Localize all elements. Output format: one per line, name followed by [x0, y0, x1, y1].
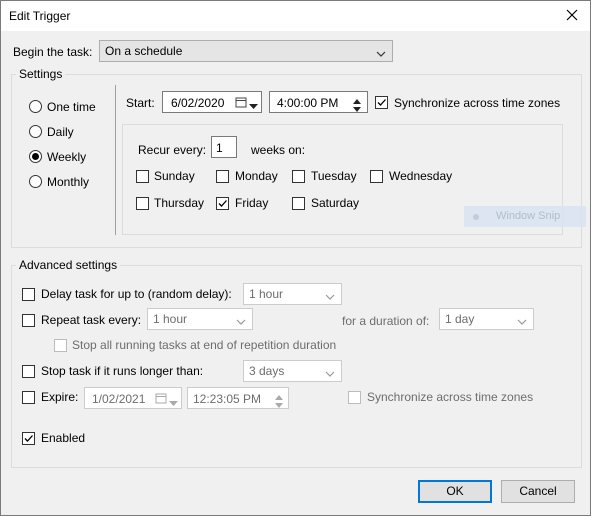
day-thursday-label: Thursday — [154, 196, 205, 210]
chevron-down-icon — [376, 47, 386, 61]
radio-daily-label: Daily — [47, 125, 74, 139]
settings-divider — [115, 85, 116, 235]
title-bar: Edit Trigger — [1, 1, 590, 31]
start-label: Start: — [126, 96, 155, 110]
close-icon[interactable] — [564, 7, 580, 23]
calendar-icon[interactable] — [235, 96, 247, 111]
advanced-legend: Advanced settings — [16, 258, 121, 272]
expire-time-value: 12:23:05 PM — [193, 392, 262, 406]
sync-time-zones-label: Synchronize across time zones — [394, 96, 561, 110]
window-snip-overlay: Window Snip — [464, 206, 586, 227]
radio-monthly-label: Monthly — [47, 175, 90, 189]
stop-longer-checkbox[interactable] — [22, 365, 35, 378]
start-date-picker[interactable]: 6/02/2020 — [162, 91, 262, 113]
spin-down-icon[interactable] — [274, 399, 284, 413]
sync-time-zones-checkbox[interactable] — [375, 96, 388, 109]
stop-all-tasks-label: Stop all running tasks at end of repetit… — [72, 338, 337, 352]
delay-task-value: 1 hour — [249, 287, 284, 301]
chevron-down-icon — [517, 315, 527, 329]
spin-down-icon[interactable] — [352, 103, 362, 117]
duration-label: for a duration of: — [342, 314, 430, 328]
repeat-task-label: Repeat task every: — [41, 313, 142, 327]
expire-label: Expire: — [41, 390, 79, 404]
snip-dot-icon — [472, 212, 480, 224]
begin-task-dropdown[interactable]: On a schedule — [99, 40, 393, 62]
start-date-value: 6/02/2020 — [171, 96, 225, 110]
day-sunday-checkbox[interactable] — [136, 170, 149, 183]
stop-all-tasks-checkbox[interactable] — [54, 339, 67, 352]
calendar-icon[interactable] — [155, 392, 167, 407]
enabled-label: Enabled — [41, 431, 86, 445]
stop-longer-dropdown[interactable]: 3 days — [243, 360, 342, 382]
day-friday-label: Friday — [235, 196, 269, 210]
recur-every-value: 1 — [216, 141, 223, 155]
day-tuesday-label: Tuesday — [311, 169, 357, 183]
repeat-task-checkbox[interactable] — [22, 314, 35, 327]
weeks-on-label: weeks on: — [251, 143, 306, 157]
day-tuesday-checkbox[interactable] — [292, 170, 305, 183]
stop-longer-label: Stop task if it runs longer than: — [41, 364, 204, 378]
settings-legend: Settings — [16, 67, 66, 81]
chevron-down-icon — [325, 367, 335, 381]
expire-time-spinner[interactable]: 12:23:05 PM — [187, 387, 289, 409]
expire-sync-label: Synchronize across time zones — [367, 390, 534, 404]
stop-longer-value: 3 days — [249, 364, 285, 378]
chevron-down-icon[interactable] — [249, 99, 258, 113]
expire-date-picker[interactable]: 1/02/2021 — [84, 387, 182, 409]
radio-monthly[interactable] — [29, 175, 42, 188]
day-sunday-label: Sunday — [154, 169, 195, 183]
day-thursday-checkbox[interactable] — [136, 197, 149, 210]
delay-task-checkbox[interactable] — [22, 288, 35, 301]
expire-sync-checkbox[interactable] — [348, 391, 361, 404]
expire-date-value: 1/02/2021 — [92, 392, 146, 406]
expire-checkbox[interactable] — [22, 391, 35, 404]
window-snip-label: Window Snip — [496, 210, 561, 222]
cancel-button[interactable]: Cancel — [501, 480, 575, 503]
recur-every-label: Recur every: — [138, 143, 207, 157]
duration-value: 1 day — [445, 312, 475, 326]
radio-one-time-label: One time — [47, 100, 96, 114]
day-monday-label: Monday — [235, 169, 278, 183]
day-saturday-checkbox[interactable] — [292, 197, 305, 210]
day-friday-checkbox[interactable] — [216, 197, 229, 210]
day-saturday-label: Saturday — [311, 196, 360, 210]
chevron-down-icon[interactable] — [169, 396, 178, 410]
delay-task-label: Delay task for up to (random delay): — [41, 287, 232, 301]
begin-task-value: On a schedule — [105, 44, 183, 58]
start-time-spinner[interactable]: 4:00:00 PM — [269, 91, 368, 113]
begin-task-label: Begin the task: — [13, 45, 93, 59]
repeat-task-value: 1 hour — [153, 312, 188, 326]
window-title: Edit Trigger — [9, 9, 71, 23]
ok-button[interactable]: OK — [418, 480, 492, 503]
repeat-task-dropdown[interactable]: 1 hour — [147, 308, 253, 330]
day-monday-checkbox[interactable] — [216, 170, 229, 183]
chevron-down-icon — [325, 290, 335, 304]
radio-one-time[interactable] — [29, 100, 42, 113]
enabled-checkbox[interactable] — [22, 432, 35, 445]
chevron-down-icon — [236, 315, 246, 329]
radio-weekly-label: Weekly — [47, 150, 87, 164]
radio-weekly[interactable] — [29, 150, 42, 163]
day-wednesday-checkbox[interactable] — [370, 170, 383, 183]
duration-dropdown[interactable]: 1 day — [439, 308, 534, 330]
delay-task-dropdown[interactable]: 1 hour — [243, 283, 342, 305]
start-time-value: 4:00:00 PM — [277, 96, 339, 110]
radio-daily[interactable] — [29, 125, 42, 138]
recur-every-input[interactable]: 1 — [211, 136, 237, 158]
day-wednesday-label: Wednesday — [389, 169, 453, 183]
